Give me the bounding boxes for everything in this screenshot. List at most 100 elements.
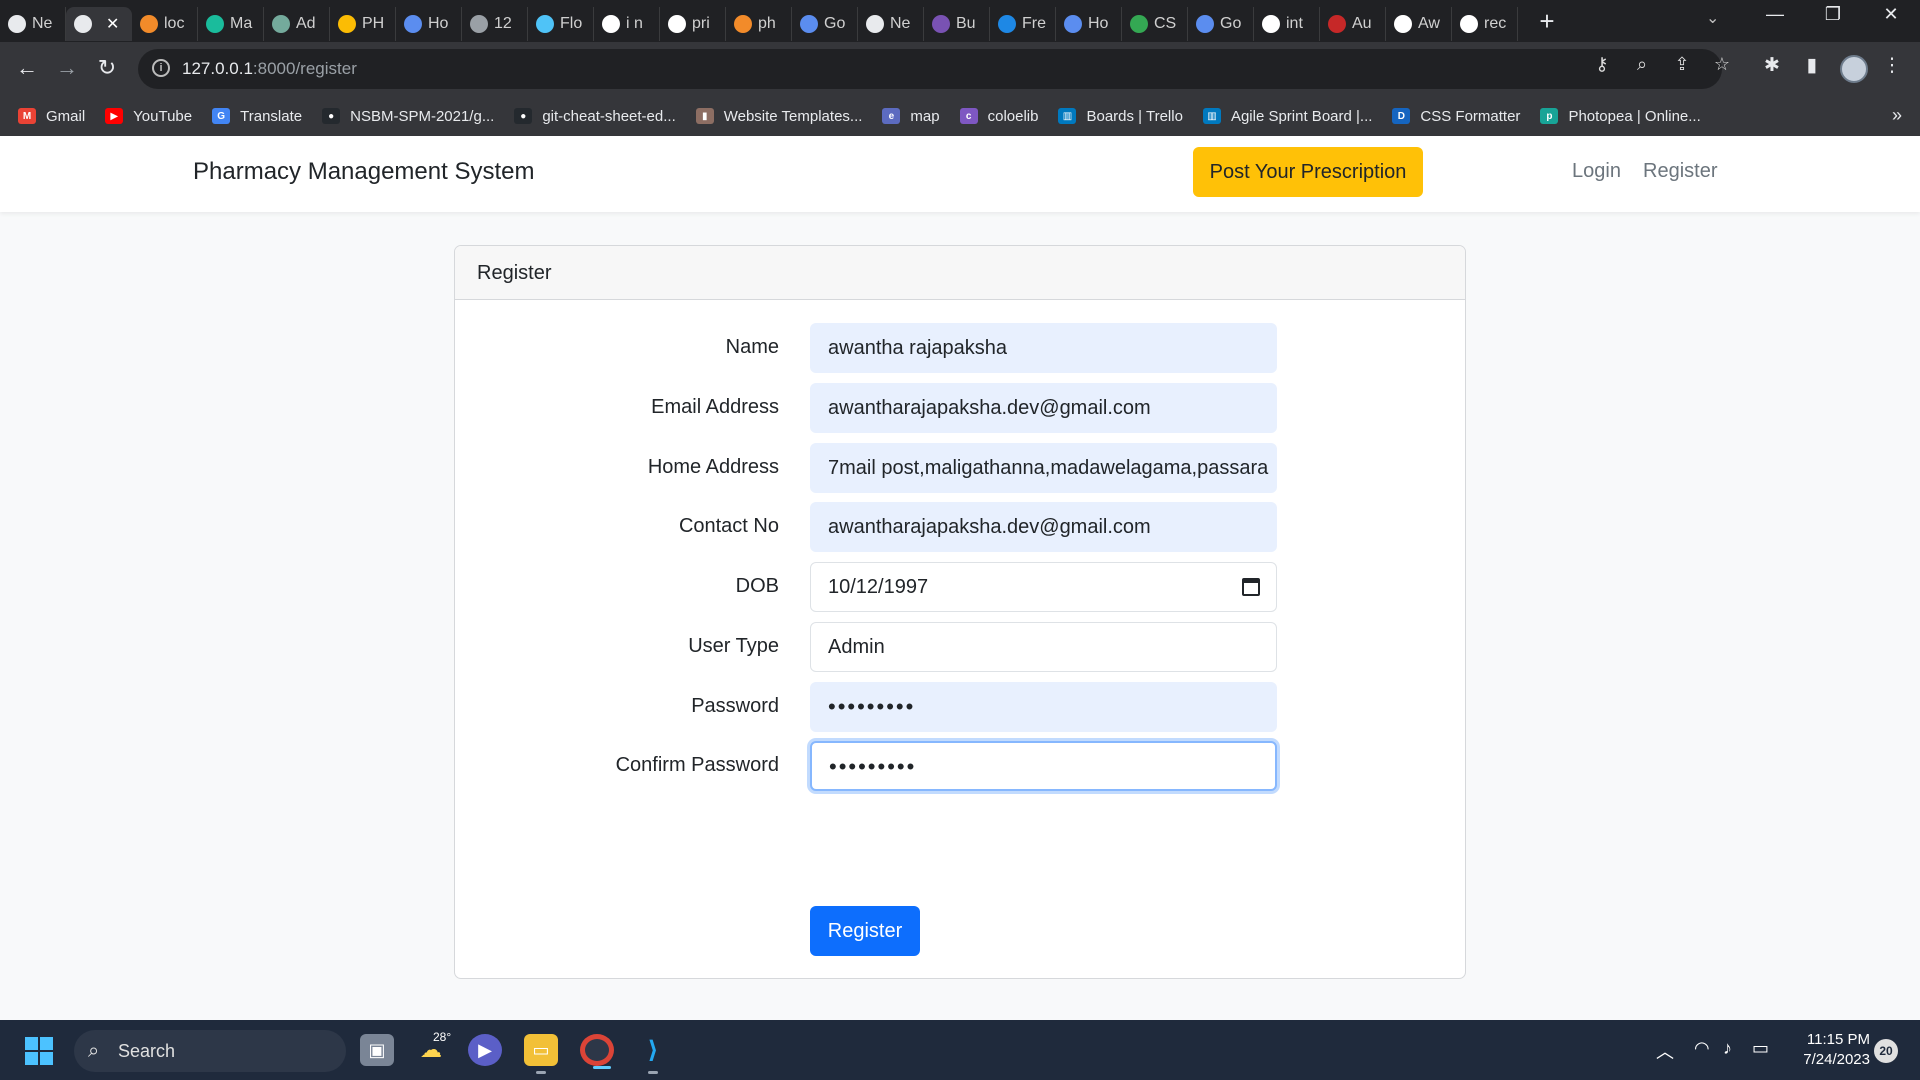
bookmark-item[interactable]: M Gmail xyxy=(18,108,85,125)
browser-tab[interactable]: Bu xyxy=(924,7,990,41)
login-link[interactable]: Login xyxy=(1572,160,1621,183)
register-link[interactable]: Register xyxy=(1643,160,1717,183)
github-icon: ● xyxy=(514,108,533,124)
task-view-icon[interactable]: ▣ xyxy=(360,1034,394,1066)
browser-tab[interactable]: Go xyxy=(792,7,858,41)
chrome-taskbar-icon[interactable] xyxy=(580,1034,614,1069)
post-prescription-button[interactable]: Post Your Prescription xyxy=(1193,147,1423,197)
bookmark-item[interactable]: G Translate xyxy=(212,108,302,125)
key-icon[interactable]: ⚷ xyxy=(1589,54,1615,75)
photopea-icon: p xyxy=(1540,108,1559,124)
side-panel-icon[interactable]: ▮ xyxy=(1798,54,1826,77)
dob-input[interactable]: 10/12/1997 xyxy=(810,562,1277,612)
vscode-icon[interactable]: ⟩ xyxy=(636,1034,670,1074)
browser-tab[interactable]: ph xyxy=(726,7,792,41)
extensions-icon[interactable]: ✱ xyxy=(1758,54,1786,77)
browser-tab[interactable]: rec xyxy=(1452,7,1518,41)
restore-icon[interactable]: ❐ xyxy=(1813,4,1853,25)
bookmark-item[interactable]: ● NSBM-SPM-2021/g... xyxy=(322,108,494,125)
volume-icon[interactable]: ♪ xyxy=(1723,1038,1732,1059)
browser-tab[interactable]: Go xyxy=(1188,7,1254,41)
password-input[interactable]: ••••••••• xyxy=(810,682,1277,732)
browser-tab[interactable]: pri xyxy=(660,7,726,41)
bookmark-item[interactable]: ▶ YouTube xyxy=(105,108,192,125)
new-tab-button[interactable]: + xyxy=(1532,6,1562,37)
bookmarks-bar: M Gmail ▶ YouTube G Translate ● NSBM-SPM-2021/g… xyxy=(0,96,1920,136)
wifi-icon[interactable]: ◠ xyxy=(1694,1038,1710,1059)
bookmark-item[interactable]: p Photopea | Online... xyxy=(1540,107,1701,125)
brand-link[interactable]: Pharmacy Management System xyxy=(193,158,534,186)
minimize-icon[interactable]: — xyxy=(1755,4,1795,25)
tab-title: loc xyxy=(164,15,185,32)
browser-tab[interactable]: Ad xyxy=(264,7,330,41)
register-submit-button[interactable]: Register xyxy=(810,906,920,956)
calendar-icon[interactable] xyxy=(1242,578,1260,596)
browser-tab[interactable]: Aw xyxy=(1386,7,1452,41)
m-icon xyxy=(206,15,224,33)
browser-tab[interactable]: CS xyxy=(1122,7,1188,41)
notification-badge[interactable]: 20 xyxy=(1874,1039,1898,1063)
bookmark-item[interactable]: ● git-cheat-sheet-ed... xyxy=(514,107,676,125)
system-clock[interactable]: 11:15 PM 7/24/2023 xyxy=(1790,1030,1870,1070)
bookmark-label: Gmail xyxy=(46,107,86,125)
forward-icon[interactable]: → xyxy=(52,55,82,81)
browser-tab[interactable]: Ho xyxy=(1056,7,1122,41)
browser-tab[interactable]: Flo xyxy=(528,7,594,41)
browser-toolbar: ← → ↻ i 127.0.0.1:8000/register ⚷ ⌕ ⇪ ☆ … xyxy=(0,42,1920,96)
taskbar-search-label: Search xyxy=(118,1041,176,1061)
confirm-password-input[interactable]: ••••••••• xyxy=(810,741,1277,791)
w-icon xyxy=(1130,15,1148,33)
browser-tab[interactable]: 12 xyxy=(462,7,528,41)
bookmark-item[interactable]: ▥ Boards | Trello xyxy=(1058,108,1183,125)
bookmark-label: git-cheat-sheet-ed... xyxy=(542,107,676,125)
bookmark-item[interactable]: D CSS Formatter xyxy=(1392,108,1520,125)
browser-tab[interactable]: PH xyxy=(330,7,396,41)
more-bookmarks-icon[interactable]: » xyxy=(1892,105,1902,126)
share-icon[interactable]: ⇪ xyxy=(1669,54,1695,75)
file-explorer-icon[interactable]: ▭ xyxy=(524,1034,558,1074)
close-window-icon[interactable]: ✕ xyxy=(1871,4,1911,25)
browser-tab[interactable]: ✕ xyxy=(66,7,132,41)
menu-icon[interactable]: ⋮ xyxy=(1878,54,1906,77)
bookmark-item[interactable]: ▮ Website Templates... xyxy=(695,108,862,125)
browser-tab[interactable]: int xyxy=(1254,7,1320,41)
bookmark-star-icon[interactable]: ☆ xyxy=(1709,54,1735,75)
browser-tab[interactable]: Fre xyxy=(990,7,1056,41)
home-address-input[interactable]: 7mail post,maligathanna,madawelagama,pas… xyxy=(810,443,1277,493)
openai-icon xyxy=(272,15,290,33)
battery-icon[interactable]: ▭ xyxy=(1752,1038,1769,1059)
bookmark-item[interactable]: ▥ Agile Sprint Board |... xyxy=(1202,108,1372,125)
bookmark-item[interactable]: c coloelib xyxy=(959,108,1038,125)
browser-tab[interactable]: Ne xyxy=(0,7,66,41)
dans-tools-icon: D xyxy=(1392,108,1411,124)
email-address-value: awantharajapaksha.dev@gmail.com xyxy=(828,397,1151,419)
github-icon xyxy=(1394,15,1412,33)
name-input[interactable]: awantha rajapaksha xyxy=(810,323,1277,373)
bookmark-item[interactable]: e map xyxy=(882,108,940,125)
google-icon xyxy=(668,15,686,33)
tab-title: ph xyxy=(758,15,776,32)
bookmark-label: Photopea | Online... xyxy=(1568,107,1701,125)
contact-no-input[interactable]: awantharajapaksha.dev@gmail.com xyxy=(810,502,1277,552)
email-address-input[interactable]: awantharajapaksha.dev@gmail.com xyxy=(810,383,1277,433)
address-bar[interactable]: i 127.0.0.1:8000/register xyxy=(138,49,1722,89)
user-type-input[interactable]: Admin xyxy=(810,622,1277,672)
php-icon xyxy=(734,15,752,33)
browser-tab[interactable]: Ma xyxy=(198,7,264,41)
browser-tab[interactable]: Au xyxy=(1320,7,1386,41)
teams-chat-icon[interactable]: ▶ xyxy=(468,1034,502,1066)
zoom-icon[interactable]: ⌕ xyxy=(1629,54,1655,75)
browser-tab[interactable]: loc xyxy=(132,7,198,41)
close-tab-icon[interactable]: ✕ xyxy=(106,14,119,34)
tray-overflow-icon[interactable]: ︿ xyxy=(1656,1038,1674,1064)
browser-tab[interactable]: Ho xyxy=(396,7,462,41)
profile-avatar[interactable] xyxy=(1840,55,1868,83)
site-info-icon[interactable]: i xyxy=(152,59,170,77)
taskbar-search[interactable]: ⌕ Search xyxy=(74,1030,346,1072)
tab-search-icon[interactable]: ⌄ xyxy=(1706,8,1719,28)
reload-icon[interactable]: ↻ xyxy=(92,55,122,81)
windows-start-icon[interactable] xyxy=(25,1037,53,1065)
back-icon[interactable]: ← xyxy=(12,55,42,81)
browser-tab[interactable]: Ne xyxy=(858,7,924,41)
browser-tab[interactable]: i n xyxy=(594,7,660,41)
